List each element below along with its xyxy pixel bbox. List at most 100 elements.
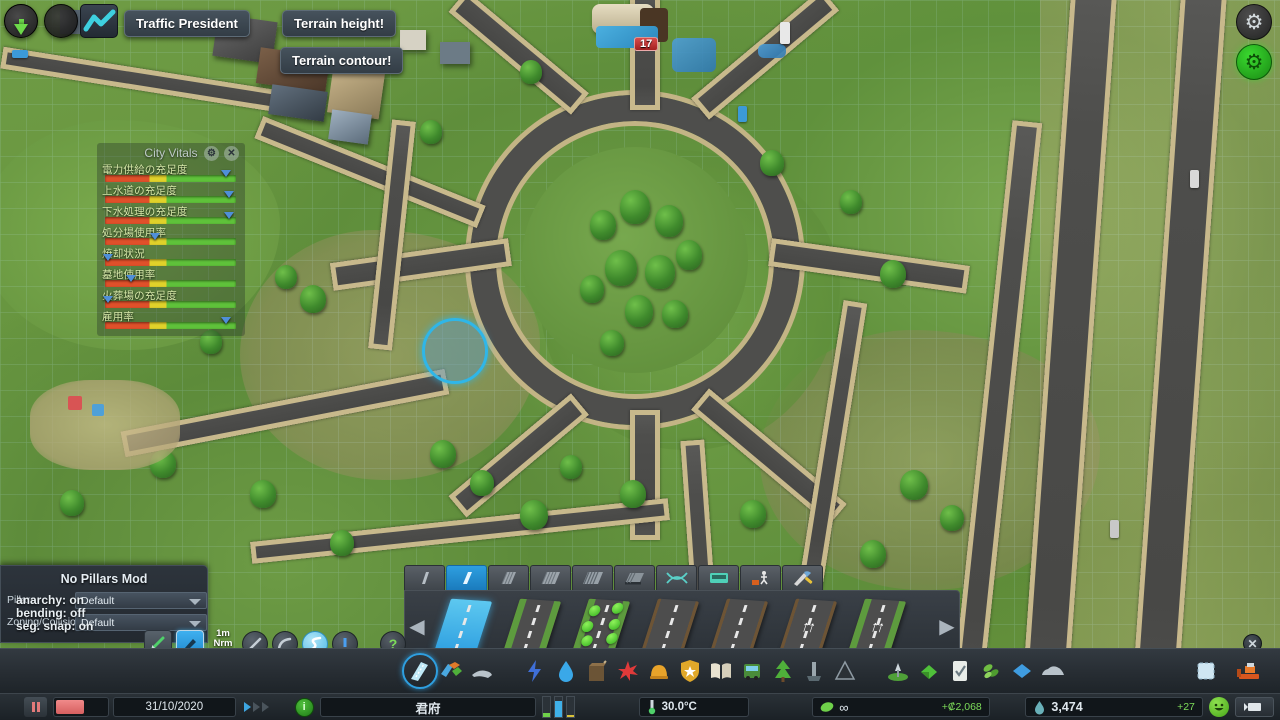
road-thumbnail: ↑↑ — [778, 598, 838, 655]
grass-strip — [847, 598, 872, 653]
districts-button[interactable] — [466, 651, 497, 691]
tab-tiny-roads[interactable] — [404, 565, 445, 590]
screenshot-button[interactable] — [1186, 651, 1226, 691]
tab-industrial-roads[interactable] — [614, 565, 655, 590]
city-vitals-bar — [105, 217, 236, 224]
tree — [605, 250, 637, 286]
population-icon — [1035, 700, 1045, 714]
gear-icon[interactable]: ⚙ — [204, 146, 219, 161]
lane-dash — [458, 630, 464, 638]
building — [400, 30, 426, 50]
city-name[interactable]: 君府 — [319, 697, 537, 717]
tab-large-roads[interactable] — [530, 565, 571, 590]
money-delta: +₡2,068 — [941, 701, 982, 713]
speed-1-button[interactable] — [244, 702, 251, 712]
download-arrow-icon[interactable] — [4, 4, 38, 38]
water-sewage-button[interactable] — [550, 651, 581, 691]
happiness-indicator[interactable] — [1208, 697, 1229, 717]
camera-button[interactable] — [1234, 697, 1274, 717]
fire-department-button[interactable] — [643, 651, 674, 691]
info-views-button[interactable]: i — [294, 697, 314, 717]
building — [440, 42, 470, 64]
road-thumbnail — [433, 598, 493, 655]
city-vitals-bar — [105, 196, 236, 203]
road-thumbnail: ↑↑ — [847, 598, 907, 655]
info-glyph: i — [302, 701, 306, 713]
tab-highways[interactable] — [572, 565, 613, 590]
lane-dash — [738, 617, 744, 625]
monuments-button[interactable] — [829, 651, 860, 691]
settings-gear-icon[interactable]: ⚙ — [1236, 4, 1272, 40]
unique-buildings-button[interactable] — [798, 651, 829, 691]
money-icon — [820, 702, 834, 712]
road-category-tabs[interactable] — [404, 565, 824, 590]
close-icon[interactable]: ✕ — [224, 146, 239, 161]
money-text: ∞ — [839, 699, 849, 715]
vehicle — [780, 22, 790, 44]
tree — [275, 265, 297, 289]
speed-3-button[interactable] — [262, 702, 269, 712]
city-vitals-row: 処分場使用率 — [97, 226, 245, 247]
parks-recreation-button[interactable] — [767, 651, 798, 691]
main-toolbar[interactable] — [0, 648, 1280, 693]
statistics-chart-icon[interactable] — [80, 4, 118, 38]
grass-strip — [502, 598, 527, 653]
lane-dash — [600, 617, 606, 625]
tab-medium-roads[interactable] — [488, 565, 529, 590]
traffic-president-button[interactable]: Traffic President — [124, 10, 250, 37]
speed-2-button[interactable] — [253, 702, 260, 712]
tab-intersections[interactable] — [656, 565, 697, 590]
tab-road-maintenance[interactable] — [782, 565, 823, 590]
roads-button[interactable] — [404, 651, 435, 691]
bulldozer-button[interactable] — [1226, 651, 1272, 691]
grass-strip — [882, 600, 907, 655]
speed-buttons[interactable] — [244, 702, 269, 712]
policies-button[interactable] — [944, 651, 975, 691]
zoning-button[interactable] — [435, 651, 466, 691]
tree — [300, 285, 326, 313]
intersection-node-highlight[interactable] — [422, 318, 488, 384]
road-thumbnail — [571, 598, 631, 655]
city-vitals-row: 火葬場の充足度 — [97, 289, 245, 310]
police-button[interactable] — [674, 651, 705, 691]
public-transport-button[interactable] — [736, 651, 767, 691]
electricity-button[interactable] — [519, 651, 550, 691]
grass-strip — [537, 600, 562, 655]
terrain-tool-button[interactable] — [913, 651, 944, 691]
lane-dash — [811, 604, 817, 612]
tab-public-transport[interactable] — [698, 565, 739, 590]
circle-icon[interactable] — [44, 4, 78, 38]
industrial-demand-meter — [566, 696, 576, 718]
mod-settings-gear-icon[interactable]: ⚙ — [1236, 44, 1272, 80]
decoration-button[interactable] — [975, 651, 1006, 691]
lane-dash — [462, 617, 468, 625]
status-bar[interactable]: 31/10/2020 i 君府 30.0°C ∞ +₡2,068 3,474 +… — [0, 693, 1280, 720]
surface-paint-button[interactable] — [1006, 651, 1037, 691]
city-vitals-panel[interactable]: City Vitals ⚙ ✕ 電力供給の充足度 上水道の充足度 下水処理の充足度処… — [97, 143, 245, 336]
healthcare-button[interactable] — [612, 651, 643, 691]
tab-small-roads[interactable] — [446, 565, 487, 590]
lane-dash — [734, 630, 740, 638]
lane-dash — [535, 604, 541, 612]
speed-slider[interactable] — [53, 697, 109, 717]
water-tower-badge[interactable]: 17 — [634, 37, 659, 51]
tree — [645, 255, 675, 289]
pause-button[interactable] — [23, 697, 48, 717]
lane-dash — [466, 604, 472, 612]
city-vitals-marker — [126, 275, 137, 282]
landscaping-button[interactable] — [882, 651, 913, 691]
vehicles-button[interactable] — [1037, 651, 1068, 691]
garbage-button[interactable] — [581, 651, 612, 691]
tab-pedestrian-paths[interactable] — [740, 565, 781, 590]
population-indicator[interactable]: 3,474 +27 — [1025, 697, 1203, 717]
city-vitals-marker — [220, 170, 231, 177]
city-vitals-row: 下水処理の充足度 — [97, 205, 245, 226]
speed-fill — [56, 700, 85, 714]
tree — [625, 295, 653, 327]
terrain-contour-button[interactable]: Terrain contour! — [280, 47, 404, 74]
money-indicator[interactable]: ∞ +₡2,068 — [812, 697, 990, 717]
city-vitals-bar — [105, 301, 236, 308]
education-button[interactable] — [705, 651, 736, 691]
lane-dash — [880, 604, 886, 612]
terrain-height-button[interactable]: Terrain height! — [282, 10, 397, 37]
